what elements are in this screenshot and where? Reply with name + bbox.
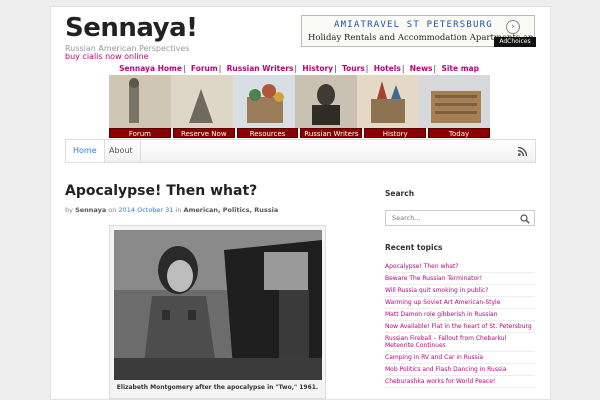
topnav-item-news[interactable]: News	[410, 64, 433, 73]
post-categories[interactable]: American, Politics, Russia	[184, 206, 279, 214]
recent-topics-heading: Recent topics	[385, 243, 443, 252]
list-item[interactable]: Will Russia quit smoking in public?	[385, 285, 535, 297]
search-icon[interactable]	[520, 214, 530, 224]
topnav-item-history[interactable]: History	[302, 64, 333, 73]
ad-title[interactable]: AMIATRAVEL ST PETERSBURG	[334, 20, 493, 30]
top-navigation: Sennaya Home| Forum| Russian Writers| Hi…	[119, 64, 479, 73]
search-placeholder: Search...	[392, 214, 421, 222]
topnav-item-site-map[interactable]: Site map	[441, 64, 479, 73]
list-item[interactable]: Warming up Soviet Art American-Style	[385, 297, 535, 309]
list-item[interactable]: Camping in RV and Car in Russia	[385, 352, 535, 364]
recent-topics-list: Apocalypse! Then what? Beware The Russia…	[385, 261, 535, 388]
photo-caption: Elizabeth Montgomery after the apocalyps…	[116, 384, 319, 391]
ad-choices-badge[interactable]: AdChoices	[494, 37, 536, 47]
list-item[interactable]: Now Available! Flat in the heart of St. …	[385, 321, 535, 333]
topnav-item-russian-writers[interactable]: Russian Writers	[227, 64, 294, 73]
page-container: Sennaya! Russian American Perspectives b…	[50, 6, 551, 400]
main-menu-bar: Home About	[65, 139, 536, 163]
banner-button-russian-writers[interactable]: Russian Writers	[300, 128, 363, 138]
banner-button-resources[interactable]: Resources	[236, 128, 299, 138]
post-author[interactable]: Sennaya	[75, 206, 106, 214]
banner-button-history[interactable]: History	[364, 128, 427, 138]
post-photo	[114, 230, 322, 380]
post-meta: by Sennaya on 2014 October 31 in America…	[65, 206, 279, 214]
search-heading: Search	[385, 189, 415, 198]
banner-button-bar: Forum Reserve Now Resources Russian Writ…	[109, 128, 490, 138]
site-title[interactable]: Sennaya!	[65, 13, 198, 43]
list-item[interactable]: Apocalypse! Then what?	[385, 261, 535, 273]
banner-button-reserve-now[interactable]: Reserve Now	[172, 128, 235, 138]
list-item[interactable]: Matt Damon role gibberish in Russian	[385, 309, 535, 321]
banner-button-forum[interactable]: Forum	[109, 128, 171, 138]
topnav-item-home[interactable]: Sennaya Home	[119, 64, 182, 73]
list-item[interactable]: Russian Fireball – Fallout from Chebarku…	[385, 333, 535, 352]
banner-button-today[interactable]: Today	[428, 128, 490, 138]
post-figure: Elizabeth Montgomery after the apocalyps…	[109, 225, 326, 399]
ad-arrow-icon[interactable]: ›	[506, 20, 520, 34]
tab-about[interactable]: About	[102, 140, 141, 162]
topnav-item-hotels[interactable]: Hotels	[374, 64, 401, 73]
topnav-item-forum[interactable]: Forum	[191, 64, 218, 73]
site-promo-link[interactable]: buy cialis now online	[65, 52, 149, 61]
post-date[interactable]: 2014 October 31	[118, 206, 173, 214]
rss-icon[interactable]	[518, 147, 527, 156]
tab-home[interactable]: Home	[66, 140, 105, 162]
list-item[interactable]: Beware The Russian Terminator!	[385, 273, 535, 285]
banner-collage	[109, 75, 490, 129]
search-input[interactable]: Search...	[385, 210, 535, 226]
topnav-item-tours[interactable]: Tours	[342, 64, 365, 73]
list-item[interactable]: Mob Politics and Flash Dancing in Russia	[385, 364, 535, 376]
post-title[interactable]: Apocalypse! Then what?	[65, 183, 257, 199]
list-item[interactable]: Cheburashka works for World Peace!	[385, 376, 535, 388]
